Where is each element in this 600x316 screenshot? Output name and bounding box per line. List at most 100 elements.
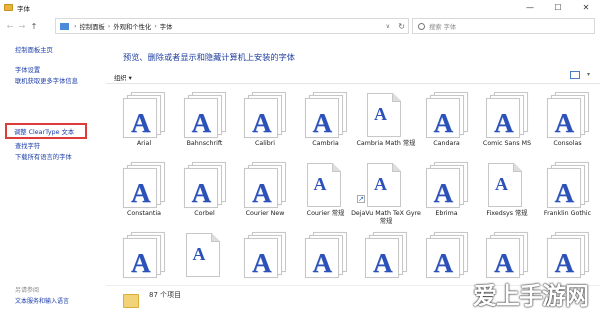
font-grid: A Arial A Bahnschrift A Calibri A Cambria A Cambr…: [113, 92, 597, 282]
see-also-label: 另请参阅: [15, 287, 40, 294]
font-family-icon: A: [121, 162, 167, 208]
window-title: 字体: [17, 4, 30, 13]
font-family-icon: A: [545, 162, 591, 208]
font-family-icon: A: [242, 92, 288, 138]
font-tile[interactable]: A Courier 常规: [295, 162, 357, 228]
search-icon: [418, 22, 425, 30]
font-name: Courier 常规: [306, 210, 345, 217]
font-family-icon: A: [182, 92, 228, 138]
font-family-icon: A: [545, 92, 591, 138]
font-tile[interactable]: A Courier New: [234, 162, 296, 228]
item-count: 87 个项目: [149, 291, 182, 299]
font-tile[interactable]: A Ebrima: [416, 162, 478, 228]
font-tile[interactable]: A: [295, 232, 357, 282]
font-name: Fixedsys 常规: [486, 210, 528, 217]
sidebar-link-control-panel-home[interactable]: 控制面板主页: [15, 45, 53, 54]
sidebar-link-text-services[interactable]: 文本服务和输入语言: [15, 296, 69, 305]
font-tile[interactable]: A Consolas: [537, 92, 598, 158]
main-content: 预览、删除或者显示和隐藏计算机上安装的字体 组织 ▾ ▾ A Arial A Bahn…: [106, 37, 600, 316]
breadcrumb-fonts[interactable]: 字体: [160, 22, 173, 31]
address-bar-row: ← → ↑ › 控制面板 › 外观和个性化 › 字体 ∨ ↻ 搜索 字体: [0, 15, 600, 37]
font-name: Consolas: [553, 140, 582, 147]
font-tile[interactable]: A: [537, 232, 598, 282]
up-arrow-icon[interactable]: ↑: [28, 22, 40, 31]
font-family-icon: A: [121, 232, 167, 278]
font-name: Courier New: [245, 210, 285, 217]
font-tile[interactable]: A: [476, 232, 538, 282]
font-name: Candara: [433, 140, 460, 147]
font-name: Cambria Math 常规: [356, 140, 416, 147]
font-tile[interactable]: A Franklin Gothic: [537, 162, 598, 228]
sidebar-link-font-settings[interactable]: 字体设置: [15, 65, 40, 74]
font-tile[interactable]: A ↗ DejaVu Math TeX Gyre 常规: [351, 162, 421, 228]
font-family-icon: A: [484, 232, 530, 278]
font-tile[interactable]: A Fixedsys 常规: [476, 162, 538, 228]
font-tile[interactable]: A: [416, 232, 478, 282]
font-glyph: A: [495, 174, 508, 194]
font-tile[interactable]: A Bahnschrift: [174, 92, 236, 158]
font-name: Cambria: [312, 140, 339, 147]
font-name: Bahnschrift: [186, 140, 223, 147]
divider: [106, 83, 600, 84]
fonts-folder-icon: [123, 294, 139, 308]
minimize-button[interactable]: —: [516, 0, 544, 15]
maximize-button[interactable]: ☐: [544, 0, 572, 15]
font-family-icon: A: [303, 92, 349, 138]
sidebar-link-cleartype[interactable]: 调整 ClearType 文本: [14, 127, 74, 136]
font-tile[interactable]: A Cambria: [295, 92, 357, 158]
sidebar-link-download-fonts[interactable]: 下载所有语言的字体: [15, 152, 72, 161]
back-arrow-icon[interactable]: ←: [4, 22, 16, 31]
font-family-icon: A: [303, 232, 349, 278]
chevron-right-icon: ›: [107, 22, 111, 30]
font-tile[interactable]: A Corbel: [174, 162, 236, 228]
view-icon[interactable]: [570, 71, 580, 79]
font-family-icon: A: [121, 92, 167, 138]
font-tile[interactable]: A Calibri: [234, 92, 296, 158]
font-tile[interactable]: A Cambria Math 常规: [355, 92, 417, 158]
sidebar-link-get-more-fonts[interactable]: 联机获取更多字体信息: [15, 76, 78, 85]
font-tile[interactable]: A Constantia: [113, 162, 175, 228]
font-tile[interactable]: A: [113, 232, 175, 282]
sidebar-link-find-character[interactable]: 查找字符: [15, 141, 40, 150]
font-tile[interactable]: A Arial: [113, 92, 175, 158]
title-bar: 字体 — ☐ ✕: [0, 0, 600, 15]
font-family-icon: A: [424, 162, 470, 208]
forward-arrow-icon[interactable]: →: [16, 22, 28, 31]
font-tile[interactable]: A: [174, 232, 236, 282]
page-title: 预览、删除或者显示和隐藏计算机上安装的字体: [123, 52, 295, 62]
font-tile[interactable]: A: [355, 232, 417, 282]
chevron-down-icon[interactable]: ∨: [386, 23, 390, 30]
font-glyph: A: [374, 174, 387, 194]
breadcrumb-control-panel[interactable]: 控制面板: [80, 22, 105, 31]
font-family-icon: A: [424, 232, 470, 278]
search-placeholder: 搜索 字体: [429, 23, 457, 31]
font-name: Corbel: [194, 210, 215, 217]
control-panel-icon: [60, 22, 69, 30]
folder-icon: [4, 4, 13, 11]
font-tile[interactable]: A: [234, 232, 296, 282]
window-controls: — ☐ ✕: [516, 0, 600, 15]
font-family-icon: A: [424, 92, 470, 138]
refresh-icon[interactable]: ↻: [398, 22, 405, 31]
font-name: DejaVu Math TeX Gyre 常规: [351, 210, 421, 225]
font-family-icon: A: [242, 232, 288, 278]
font-family-icon: A: [242, 162, 288, 208]
font-family-icon: A: [363, 232, 409, 278]
font-tile[interactable]: A Comic Sans MS: [476, 92, 538, 158]
organize-button[interactable]: 组织 ▾: [114, 73, 132, 82]
close-button[interactable]: ✕: [572, 0, 600, 15]
font-tile[interactable]: A Candara: [416, 92, 478, 158]
breadcrumb-appearance[interactable]: 外观和个性化: [113, 22, 151, 31]
font-family-icon: A: [545, 232, 591, 278]
font-name: Franklin Gothic: [543, 210, 592, 217]
chevron-right-icon: ›: [74, 22, 77, 30]
watermark-logo: 爱上手游网: [473, 282, 589, 310]
chevron-right-icon: ›: [154, 22, 157, 30]
font-name: Calibri: [254, 140, 276, 147]
font-name: Ebrima: [435, 210, 458, 217]
address-bar[interactable]: › 控制面板 › 外观和个性化 › 字体 ∨ ↻: [55, 18, 409, 34]
font-glyph: A: [313, 174, 327, 194]
font-family-icon: A: [484, 92, 530, 138]
view-chevron-down-icon[interactable]: ▾: [587, 71, 590, 78]
search-input[interactable]: 搜索 字体: [412, 18, 595, 34]
